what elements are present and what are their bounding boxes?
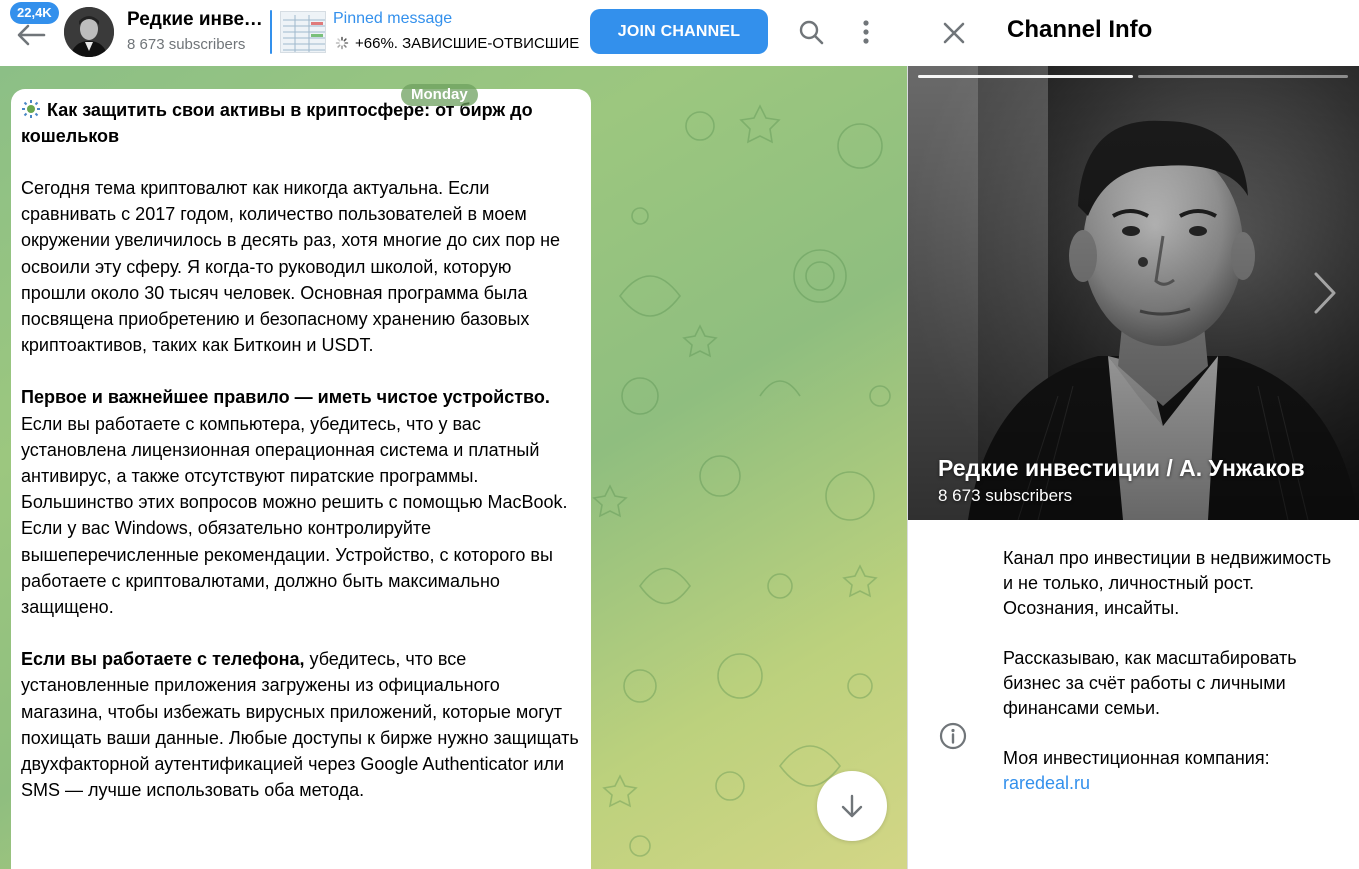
close-icon — [943, 22, 965, 44]
channel-title[interactable]: Редкие инвестиции / А. Унжаков — [127, 9, 267, 31]
chat-panel: 22,4K Редкие инвестиции / А. Унжаков 8 6… — [0, 0, 908, 869]
scroll-to-bottom-button[interactable] — [817, 771, 887, 841]
description-company-label: Моя инвестиционная компания: — [1003, 748, 1270, 768]
pinned-text-value: +66%. ЗАВИСШИЕ-ОТВИСШИЕ — [355, 35, 580, 52]
avatar-photo — [64, 7, 114, 57]
back-arrow-icon — [17, 24, 46, 46]
channel-photo[interactable]: Редкие инвестиции / А. Унжаков 8 673 sub… — [908, 66, 1359, 520]
photo-progress-next — [1138, 75, 1348, 78]
channel-subscribers: 8 673 subscribers — [127, 36, 246, 53]
message-paragraph-3: Если вы работаете с телефона, убедитесь,… — [21, 646, 581, 803]
channel-info-panel: Channel Info Редкие инвестиции / А. Унжа… — [908, 0, 1359, 869]
pinned-title: Pinned message — [333, 10, 453, 27]
profile-photo-image — [908, 66, 1359, 520]
unread-badge: 22,4K — [10, 2, 59, 24]
more-options-button[interactable] — [846, 12, 886, 52]
message-bubble[interactable]: Как защитить свои активы в криптосфере: … — [11, 89, 591, 869]
message-paragraph-3-bold: Если вы работаете с телефона, — [21, 649, 305, 670]
description-paragraph-1: Канал про инвестиции в недвижимость и не… — [1003, 548, 1332, 618]
message-title-text: Как защитить свои активы в криптосфере: … — [21, 100, 533, 146]
channel-avatar[interactable] — [64, 7, 114, 57]
info-icon — [939, 722, 967, 750]
chat-header: 22,4K Редкие инвестиции / А. Унжаков 8 6… — [0, 0, 908, 66]
pinned-indicator — [270, 10, 272, 54]
channel-subscriber-count: 8 673 subscribers — [938, 486, 1073, 505]
loading-spinner-icon — [335, 36, 349, 50]
message-title: Как защитить свои активы в криптосфере: … — [21, 97, 581, 149]
pinned-text: +66%. ЗАВИСШИЕ-ОТВИСШИЕ — [333, 35, 583, 52]
more-vertical-icon — [863, 20, 869, 44]
message-paragraph-1: Сегодня тема криптовалют как никогда акт… — [21, 178, 561, 356]
join-channel-button[interactable]: JOIN CHANNEL — [590, 9, 768, 54]
message-paragraph-2-bold: Первое и важнейшее правило — иметь чисто… — [21, 387, 550, 408]
message-paragraph-3-text: убедитесь, что все установленные приложе… — [21, 649, 579, 801]
next-photo-button[interactable] — [1308, 266, 1344, 320]
arrow-down-icon — [841, 794, 863, 818]
website-link[interactable]: raredeal.ru — [1003, 773, 1090, 793]
chevron-right-icon — [1314, 272, 1336, 314]
pinned-thumbnail — [280, 11, 326, 53]
close-info-button[interactable] — [934, 13, 974, 53]
date-separator: Monday — [401, 84, 478, 106]
money-coin-icon — [22, 100, 40, 118]
photo-progress-active — [918, 75, 1133, 78]
pinned-message[interactable]: Pinned message +66%. ЗАВИСШИЕ-ОТВИСШИЕ — [270, 8, 582, 56]
channel-description: Канал про инвестиции в недвижимость и не… — [1003, 546, 1333, 796]
search-icon — [799, 20, 824, 45]
description-paragraph-3: Моя инвестиционная компания: raredeal.ru — [1003, 746, 1333, 796]
info-icon-wrap — [937, 720, 969, 752]
message-paragraph-2: Первое и важнейшее правило — иметь чисто… — [21, 384, 581, 620]
message-paragraph-2-text: Если вы работаете с компьютера, убедитес… — [21, 413, 568, 618]
info-header: Channel Info — [908, 0, 1359, 66]
description-paragraph-2: Рассказываю, как масштабировать бизнес з… — [1003, 648, 1297, 718]
info-title: Channel Info — [1007, 16, 1153, 43]
channel-name: Редкие инвестиции / А. Унжаков — [938, 455, 1305, 481]
search-button[interactable] — [791, 12, 831, 52]
